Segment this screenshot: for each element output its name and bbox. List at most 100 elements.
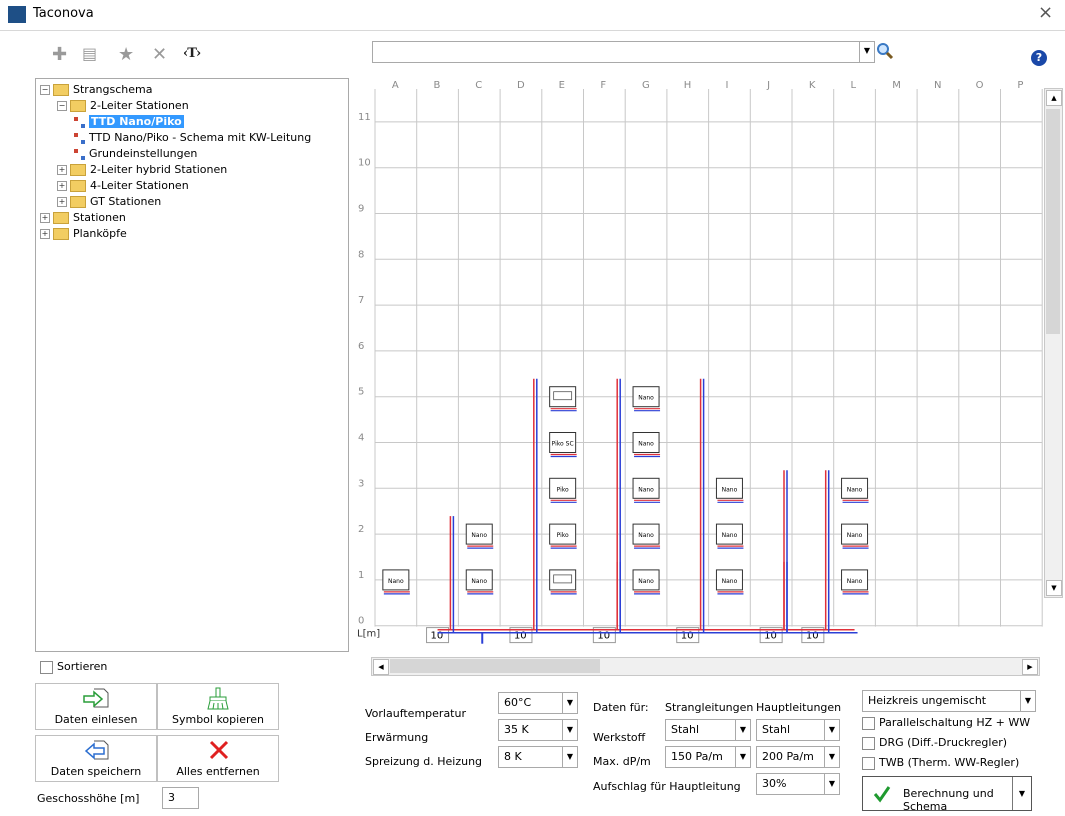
tree-item[interactable]: +4-Leiter Stationen <box>57 178 189 194</box>
column-label: L <box>851 80 857 91</box>
parallel-checkbox[interactable] <box>862 717 875 730</box>
search-icon[interactable] <box>876 42 894 60</box>
help-icon[interactable]: ? <box>1031 50 1047 66</box>
vertical-scroll-thumb[interactable] <box>1046 109 1060 334</box>
brush-icon <box>207 687 229 710</box>
chevron-down-icon: ▼ <box>562 693 577 713</box>
werkstoff-strang-select[interactable]: Stahl ▼ <box>665 719 751 741</box>
horizontal-scroll-thumb[interactable] <box>390 659 600 673</box>
tree-item[interactable]: Grundeinstellungen <box>74 146 197 162</box>
scroll-down-button[interactable]: ▼ <box>1046 580 1062 596</box>
tree-item[interactable]: + GT Stationen <box>57 194 161 210</box>
berechnung-schema-button[interactable]: Berechnung und Schema ▼ <box>862 776 1032 813</box>
twb-label: TWB (Therm. WW-Regler) <box>879 756 1020 769</box>
edit-icon[interactable]: ▤ <box>82 44 97 63</box>
column-label: C <box>475 80 482 91</box>
column-label: N <box>934 80 941 91</box>
expand-icon[interactable]: + <box>40 213 50 223</box>
maxdp-strang-select[interactable]: 150 Pa/m ▼ <box>665 746 751 768</box>
station-label: Nano <box>638 486 654 493</box>
expand-icon[interactable]: + <box>40 229 50 239</box>
tree-item-label: 2-Leiter hybrid Stationen <box>90 163 228 176</box>
erwaermung-select[interactable]: 35 K ▼ <box>498 719 578 741</box>
werkstoff-haupt-select[interactable]: Stahl ▼ <box>756 719 840 741</box>
search-input[interactable]: ▼ <box>372 41 875 63</box>
column-label: O <box>976 80 984 91</box>
tree-item[interactable]: + Planköpfe <box>40 226 127 242</box>
vertical-scrollbar[interactable]: ▲ ▼ <box>1044 88 1063 598</box>
station-label: Nano <box>722 578 738 585</box>
title-bar: Taconova × <box>0 0 1065 31</box>
maxdp-haupt-select[interactable]: 200 Pa/m ▼ <box>756 746 840 768</box>
tree-item[interactable]: +2-Leiter hybrid Stationen <box>57 162 227 178</box>
calc-dropdown-arrow[interactable]: ▼ <box>1012 777 1031 810</box>
column-label: P <box>1017 80 1023 91</box>
scroll-left-button[interactable]: ◀ <box>373 659 389 675</box>
werkstoff-strang-value: Stahl <box>671 723 700 736</box>
heizkreis-value: Heizkreis ungemischt <box>868 694 987 707</box>
folder-icon <box>70 180 86 192</box>
chevron-down-icon: ▼ <box>824 747 839 767</box>
tree-item[interactable]: TTD Nano/Piko <box>74 114 184 130</box>
tree-item[interactable]: TTD Nano/Piko - Schema mit KW-Leitung <box>74 130 311 146</box>
sortieren-checkbox[interactable] <box>40 661 53 674</box>
delete-icon[interactable]: ✕ <box>152 44 167 65</box>
strangleitungen-header: Strangleitungen <box>665 701 754 714</box>
close-button[interactable]: × <box>1038 2 1053 23</box>
tree-item[interactable]: + Stationen <box>40 210 126 226</box>
station-label: Nano <box>471 532 487 539</box>
station-label: Piko <box>557 532 569 539</box>
schema-icon <box>74 132 85 144</box>
geschosshoehe-input[interactable]: 3 <box>162 787 199 809</box>
vorlauf-select[interactable]: 60°C ▼ <box>498 692 578 714</box>
alles-entfernen-button[interactable]: Alles entfernen <box>157 735 279 782</box>
daten-einlesen-label: Daten einlesen <box>54 713 138 726</box>
tree-item-label: Strangschema <box>73 83 153 96</box>
werkstoff-label: Werkstoff <box>593 731 646 744</box>
column-label: G <box>642 80 650 91</box>
row-label: 1 <box>358 570 364 581</box>
daten-speichern-button[interactable]: Daten speichern <box>35 735 157 782</box>
station-label: Piko <box>557 486 569 493</box>
expand-icon[interactable]: + <box>57 181 67 191</box>
station-label: Piko SC <box>552 441 574 448</box>
folder-icon <box>53 212 69 224</box>
drg-checkbox[interactable] <box>862 737 875 750</box>
aufschlag-label: Aufschlag für Hauptleitung <box>593 780 741 793</box>
expand-icon[interactable]: + <box>57 197 67 207</box>
twb-checkbox[interactable] <box>862 757 875 770</box>
template-tree[interactable]: − Strangschema −2-Leiter Stationen TTD Nano… <box>35 78 349 652</box>
symbol-kopieren-button[interactable]: Symbol kopieren <box>157 683 279 730</box>
text-tool-icon[interactable]: ‹T› <box>183 46 201 61</box>
aufschlag-select[interactable]: 30% ▼ <box>756 773 840 795</box>
tree-item-label: 4-Leiter Stationen <box>90 179 189 192</box>
scroll-up-button[interactable]: ▲ <box>1046 90 1062 106</box>
parallel-label: Parallelschaltung HZ + WW <box>879 716 1031 729</box>
add-icon[interactable]: ✚ <box>52 44 67 65</box>
collapse-icon[interactable]: − <box>57 101 67 111</box>
spreizung-select[interactable]: 8 K ▼ <box>498 746 578 768</box>
collapse-icon[interactable]: − <box>40 85 50 95</box>
scroll-right-button[interactable]: ▶ <box>1022 659 1038 675</box>
spreizung-value: 8 K <box>504 750 522 763</box>
schema-grid[interactable]: ABCDEFGHIJKLMNOP11109876543210L[m]...10.… <box>355 78 1045 658</box>
tree-item[interactable]: − Strangschema <box>40 82 153 98</box>
sortieren-label: Sortieren <box>57 660 108 673</box>
daten-einlesen-button[interactable]: Daten einlesen <box>35 683 157 730</box>
folder-icon <box>70 196 86 208</box>
star-icon[interactable]: ★ <box>118 44 134 65</box>
aufschlag-value: 30% <box>762 777 787 790</box>
chevron-down-icon: ▼ <box>1020 691 1035 711</box>
schema-icon <box>74 116 85 128</box>
chevron-down-icon: ▼ <box>562 747 577 767</box>
row-label: 0 <box>358 616 364 627</box>
heizkreis-select[interactable]: Heizkreis ungemischt ▼ <box>862 690 1036 712</box>
horizontal-scrollbar[interactable]: ◀ ▶ <box>371 657 1040 676</box>
chevron-down-icon: ▼ <box>735 720 750 740</box>
search-dropdown-button[interactable]: ▼ <box>859 42 874 62</box>
row-label: 3 <box>358 478 364 489</box>
station-label: Nano <box>847 578 863 585</box>
station-label: Nano <box>847 486 863 493</box>
tree-item[interactable]: − 2-Leiter Stationen <box>57 98 189 114</box>
expand-icon[interactable]: + <box>57 165 67 175</box>
